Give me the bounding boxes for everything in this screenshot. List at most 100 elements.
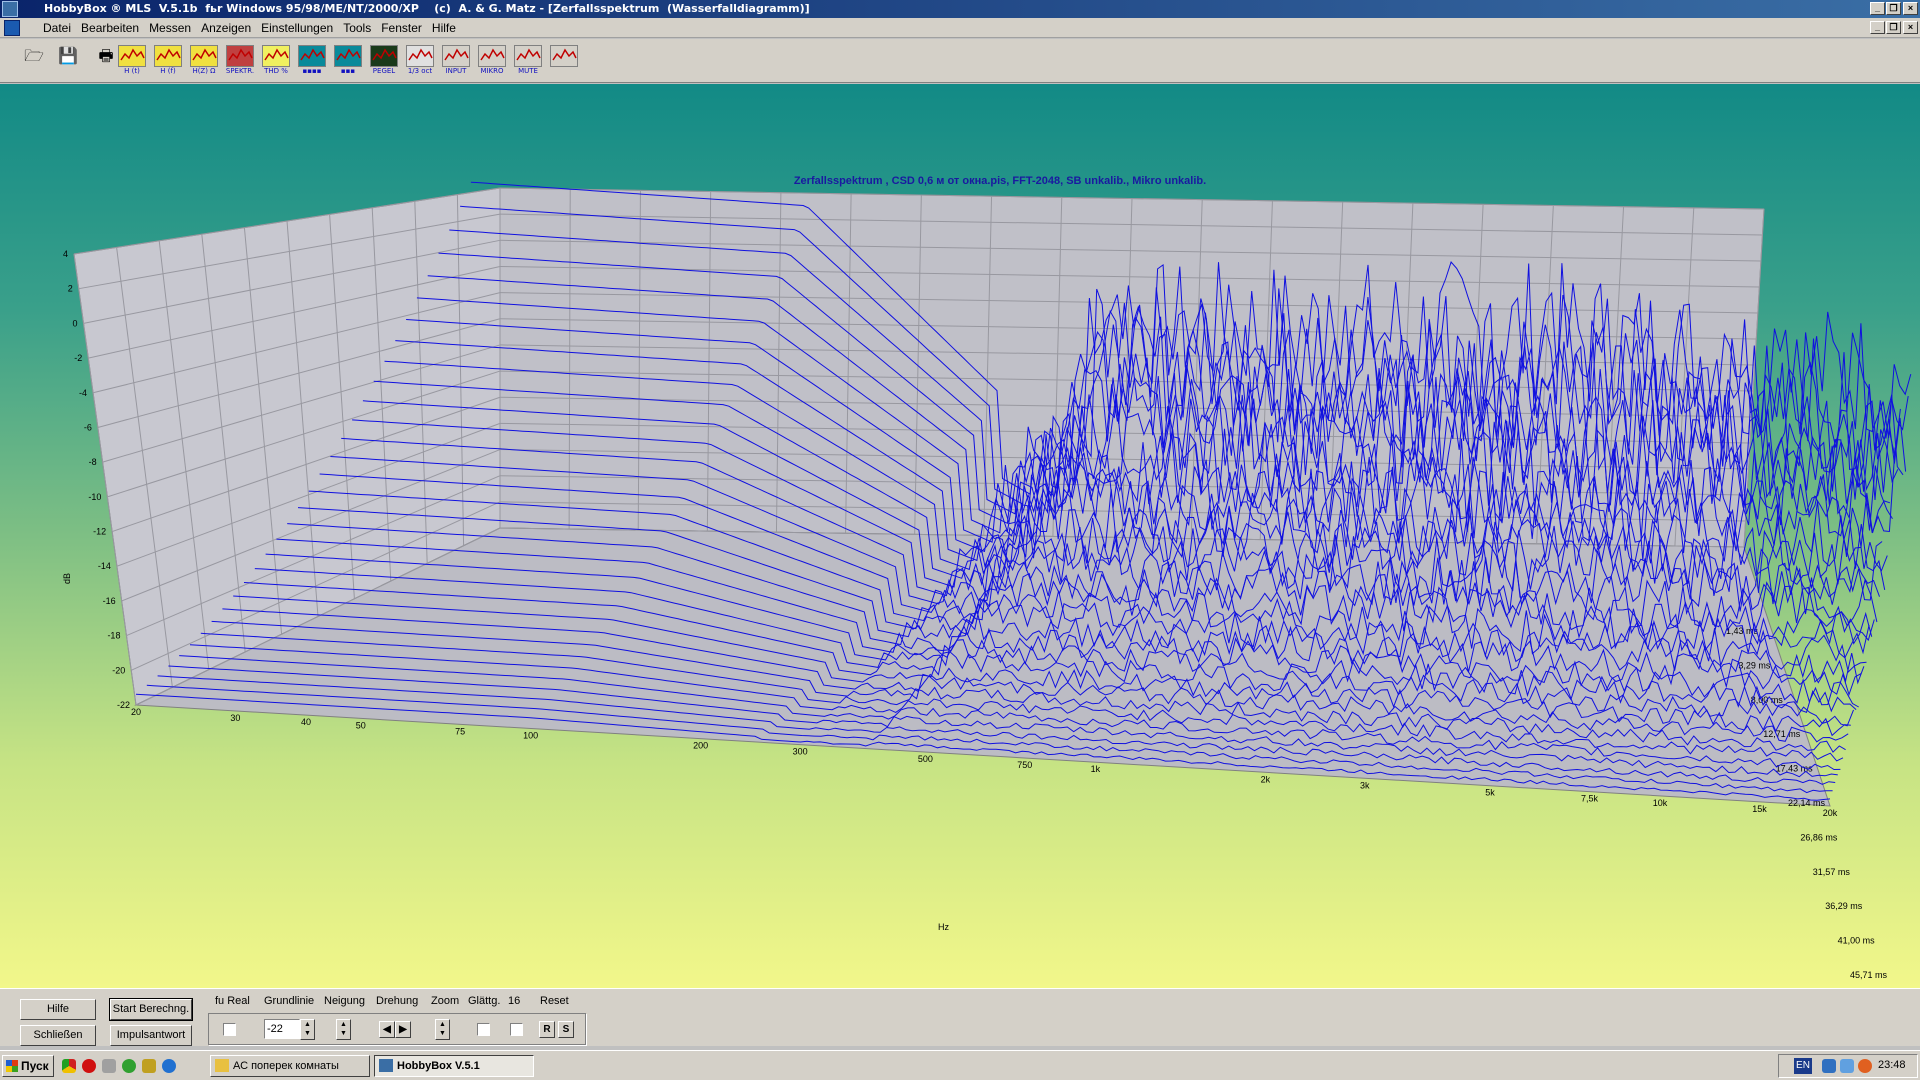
y-tick-label: -6 bbox=[84, 422, 92, 432]
hobbybox-icon bbox=[379, 1059, 393, 1072]
neigung-spinner[interactable]: ▲ ▼ bbox=[336, 1019, 351, 1040]
help-button[interactable]: Hilfe bbox=[20, 999, 96, 1020]
x-tick-label: 500 bbox=[918, 754, 933, 764]
input-icon bbox=[442, 45, 470, 67]
rta-bars-icon bbox=[334, 45, 362, 67]
x-tick-label: 100 bbox=[523, 731, 538, 741]
x-axis-label: Hz bbox=[938, 922, 949, 932]
microphone-icon bbox=[478, 45, 506, 67]
spectrogram-icon bbox=[226, 45, 254, 67]
menu-fenster[interactable]: Fenster bbox=[376, 21, 427, 35]
menu-datei[interactable]: Datei bbox=[38, 21, 76, 35]
frequency-response-label: H (f) bbox=[160, 67, 176, 75]
minimize-button[interactable]: _ bbox=[1870, 2, 1885, 15]
z-tick-label: 41,00 ms bbox=[1838, 936, 1876, 946]
task-hobbybox-label: HobbyBox V.5.1 bbox=[397, 1060, 480, 1072]
tray-app-icon[interactable] bbox=[1858, 1059, 1872, 1073]
microphone-label: MIKRO bbox=[480, 67, 504, 75]
toolbar-input-button[interactable]: INPUT bbox=[440, 45, 472, 79]
impulse-response-button[interactable]: Impulsantwort bbox=[110, 1025, 192, 1046]
toolbar-rta-spectrum-button[interactable]: ▪▪▪▪ bbox=[296, 45, 328, 79]
y-tick-label: -8 bbox=[89, 457, 97, 467]
x-tick-label: 7,5k bbox=[1581, 794, 1599, 804]
calculator-icon[interactable] bbox=[102, 1059, 116, 1073]
level-meter-icon bbox=[370, 45, 398, 67]
start-button[interactable]: Пуск bbox=[2, 1055, 54, 1077]
doc-minimize-button[interactable]: _ bbox=[1870, 21, 1885, 34]
rotate-right-button[interactable]: ▶ bbox=[395, 1021, 411, 1038]
input-label: INPUT bbox=[445, 67, 467, 75]
menu-messen[interactable]: Messen bbox=[144, 21, 196, 35]
menu-bearbeiten[interactable]: Bearbeiten bbox=[76, 21, 144, 35]
y-tick-label: -4 bbox=[79, 388, 87, 398]
x-tick-label: 3k bbox=[1360, 780, 1370, 790]
toolbar-thd-button[interactable]: THD % bbox=[260, 45, 292, 79]
toolbar-frequency-response-button[interactable]: H (f) bbox=[152, 45, 184, 79]
close-panel-button[interactable]: Schließen bbox=[20, 1025, 96, 1046]
toolbar-impedance-button[interactable]: H(Z) Ω bbox=[188, 45, 220, 79]
doc-restore-button[interactable]: ❐ bbox=[1886, 21, 1901, 34]
rta-bars-label: ▪▪▪ bbox=[340, 67, 356, 75]
toolbar-mute-button[interactable]: MUTE bbox=[512, 45, 544, 79]
open-icon-glyph: 🗁 bbox=[24, 46, 44, 65]
glattg-value: 16 bbox=[508, 995, 521, 1007]
toolbar-level-meter-button[interactable]: PEGEL bbox=[368, 45, 400, 79]
start-calculation-button[interactable]: Start Berechng. bbox=[109, 998, 193, 1021]
impedance-icon bbox=[190, 45, 218, 67]
grundlinie-spinner[interactable]: ▲ ▼ bbox=[300, 1019, 315, 1040]
reset-r-button[interactable]: R bbox=[539, 1021, 555, 1038]
fu-real-checkbox[interactable] bbox=[223, 1023, 236, 1036]
close-button[interactable]: × bbox=[1903, 2, 1918, 15]
zoom-spinner[interactable]: ▲ ▼ bbox=[435, 1019, 450, 1040]
start-label: Пуск bbox=[21, 1059, 49, 1073]
chrome-icon[interactable] bbox=[62, 1059, 76, 1073]
winamp-icon[interactable] bbox=[142, 1059, 156, 1073]
restore-button[interactable]: ❐ bbox=[1886, 2, 1901, 15]
doc-close-button[interactable]: × bbox=[1903, 21, 1918, 34]
x-tick-label: 10k bbox=[1653, 798, 1668, 808]
mute-icon bbox=[514, 45, 542, 67]
toolbar-third-octave-button[interactable]: 1/3 oct bbox=[404, 45, 436, 79]
task-folder-label: АС поперек комнаты bbox=[233, 1060, 339, 1072]
x-tick-label: 50 bbox=[356, 720, 366, 730]
y-tick-label: 2 bbox=[68, 284, 73, 294]
grundlinie-input[interactable]: -22 bbox=[264, 1019, 300, 1039]
reset-s-button[interactable]: S bbox=[558, 1021, 574, 1038]
language-indicator[interactable]: EN bbox=[1794, 1058, 1812, 1074]
x-tick-label: 2k bbox=[1261, 774, 1271, 784]
opera-icon[interactable] bbox=[82, 1059, 96, 1073]
ie-icon[interactable] bbox=[162, 1059, 176, 1073]
tool-extra-icon bbox=[550, 45, 578, 67]
control-panel: Hilfe Start Berechng. Schließen Impulsan… bbox=[0, 988, 1920, 1046]
save-icon[interactable]: 💾 bbox=[52, 45, 84, 79]
toolbar-microphone-button[interactable]: MIKRO bbox=[476, 45, 508, 79]
menu-tools[interactable]: Tools bbox=[338, 21, 376, 35]
task-hobbybox[interactable]: HobbyBox V.5.1 bbox=[374, 1055, 534, 1077]
glattg-checkbox-1[interactable] bbox=[477, 1023, 490, 1036]
y-tick-label: -10 bbox=[88, 492, 101, 502]
utorrent-icon[interactable] bbox=[122, 1059, 136, 1073]
glattg-checkbox-2[interactable] bbox=[510, 1023, 523, 1036]
menu-anzeigen[interactable]: Anzeigen bbox=[196, 21, 256, 35]
task-folder[interactable]: АС поперек комнаты bbox=[210, 1055, 370, 1077]
z-tick-label: 12,71 ms bbox=[1763, 729, 1801, 739]
network-icon[interactable] bbox=[1822, 1059, 1836, 1073]
level-meter-label: PEGEL bbox=[372, 67, 396, 75]
open-icon[interactable]: 🗁 bbox=[18, 45, 50, 79]
z-tick-label: 36,29 ms bbox=[1825, 901, 1863, 911]
toolbar-spectrogram-button[interactable]: SPEKTR. bbox=[224, 45, 256, 79]
menu-einstellungen[interactable]: Einstellungen bbox=[256, 21, 338, 35]
app-icon[interactable] bbox=[2, 1, 18, 17]
z-tick-label: 3,29 ms bbox=[1738, 660, 1771, 670]
rta-spectrum-icon bbox=[298, 45, 326, 67]
grundlinie-label: Grundlinie bbox=[264, 995, 315, 1007]
toolbar-impulse-response-button[interactable]: H (t) bbox=[116, 45, 148, 79]
neigung-label: Neigung bbox=[324, 995, 365, 1007]
rotate-left-button[interactable]: ◀ bbox=[379, 1021, 395, 1038]
toolbar-tool-extra-button[interactable] bbox=[548, 45, 580, 79]
toolbar-rta-bars-button[interactable]: ▪▪▪ bbox=[332, 45, 364, 79]
document-icon[interactable] bbox=[4, 20, 20, 36]
waterfall-plot-area: Zerfallsspektrum , CSD 0,6 м от окна.pis… bbox=[0, 84, 1920, 988]
menu-hilfe[interactable]: Hilfe bbox=[427, 21, 461, 35]
volume-icon[interactable] bbox=[1840, 1059, 1854, 1073]
